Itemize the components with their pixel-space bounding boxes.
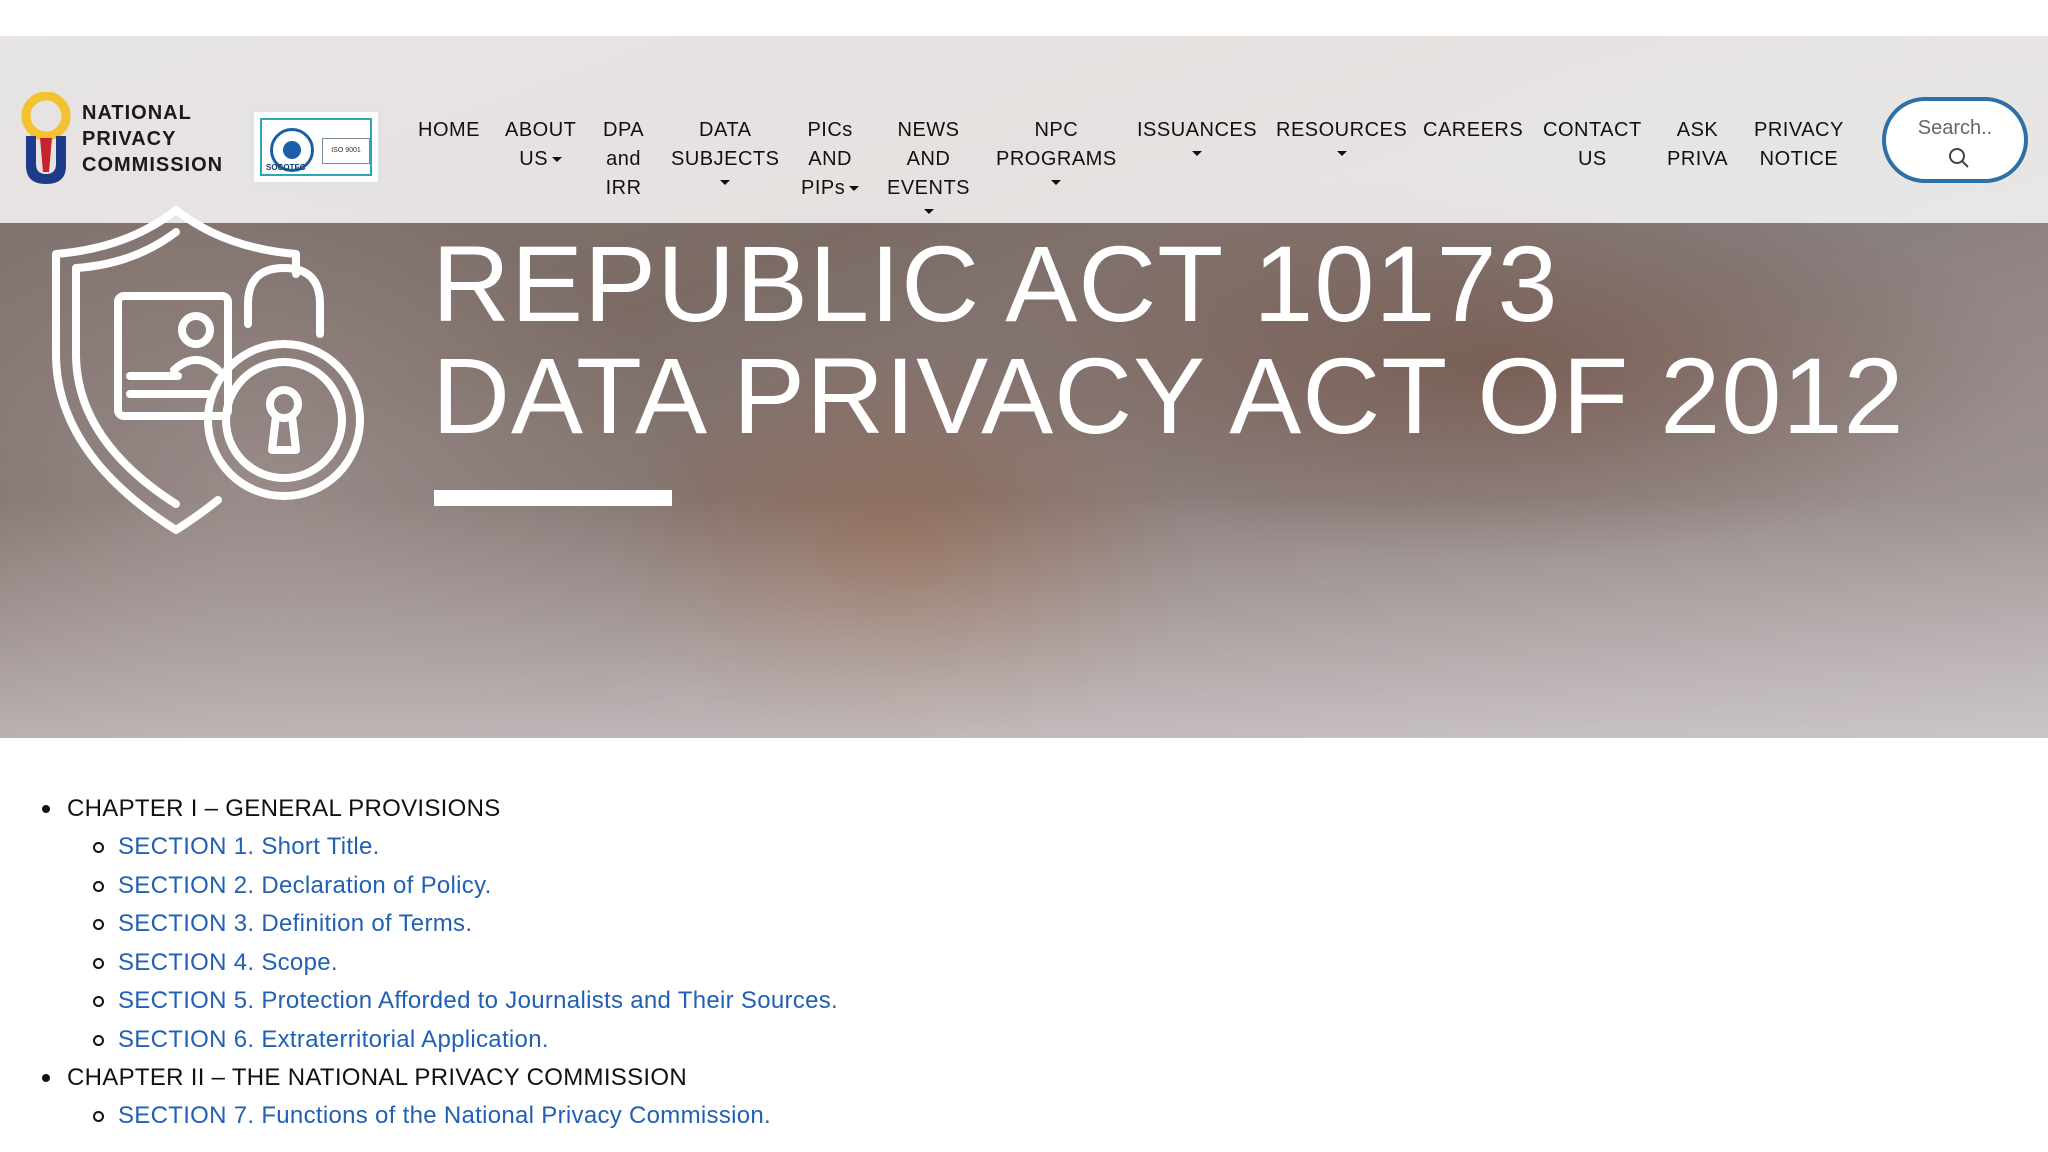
list-item: SECTION 4. Scope. bbox=[0, 944, 2048, 983]
section-link[interactable]: SECTION 5. Protection Afforded to Journa… bbox=[118, 987, 838, 1014]
chevron-down-icon bbox=[1192, 151, 1203, 156]
chapter-1-title: CHAPTER I – GENERAL PROVISIONS bbox=[0, 790, 2048, 828]
nav-issuances-label: ISSUANCES bbox=[1137, 119, 1258, 141]
chevron-down-icon bbox=[1336, 151, 1347, 156]
nav-data-label-1: DATA bbox=[699, 119, 752, 141]
npc-logo[interactable]: NATIONAL PRIVACY COMMISSION bbox=[18, 92, 238, 192]
nav-news-label-2: AND bbox=[906, 148, 951, 170]
chevron-down-icon bbox=[849, 186, 860, 192]
cert-brand: SOCOTEC bbox=[266, 163, 306, 172]
iso-certification-badge[interactable]: SOCOTEC ISO 9001 bbox=[252, 110, 380, 184]
nav-npc-programs[interactable]: NPC PROGRAMS bbox=[996, 116, 1117, 185]
nav-about-us[interactable]: ABOUT US bbox=[505, 116, 576, 174]
section-link[interactable]: SECTION 6. Extraterritorial Application. bbox=[118, 1026, 549, 1053]
nav-news-label-3: EVENTS bbox=[887, 177, 971, 199]
npc-logo-icon bbox=[21, 92, 71, 184]
logo-wordmark: NATIONAL PRIVACY COMMISSION bbox=[82, 100, 223, 178]
page-title-line-2: DATA PRIVACY ACT OF 2012 bbox=[432, 335, 1905, 456]
nav-data-label-2: SUBJECTS bbox=[671, 148, 780, 170]
nav-dpa-label-2: and bbox=[606, 148, 641, 170]
section-link[interactable]: SECTION 4. Scope. bbox=[118, 949, 338, 976]
nav-news-events[interactable]: NEWS AND EVENTS bbox=[887, 116, 970, 214]
nav-news-label-1: NEWS bbox=[897, 119, 960, 141]
nav-ask-priva[interactable]: ASK PRIVA bbox=[1667, 116, 1728, 174]
table-of-contents: CHAPTER I – GENERAL PROVISIONS SECTION 1… bbox=[0, 790, 2048, 1136]
nav-careers-label: CAREERS bbox=[1423, 119, 1524, 141]
cert-standard: ISO 9001 bbox=[322, 138, 370, 164]
nav-npc-label-1: NPC bbox=[1034, 119, 1079, 141]
chevron-down-icon bbox=[1051, 180, 1062, 185]
nav-about-label-1: ABOUT bbox=[505, 119, 577, 141]
nav-dpa-label-3: IRR bbox=[605, 177, 642, 199]
chevron-down-icon bbox=[552, 157, 563, 163]
nav-pics-label-2: AND bbox=[808, 148, 852, 170]
page-title: REPUBLIC ACT 10173 DATA PRIVACY ACT OF 2… bbox=[432, 228, 1905, 452]
nav-privacy-label-1: PRIVACY bbox=[1754, 119, 1844, 141]
nav-ask-label-1: ASK bbox=[1676, 119, 1719, 141]
nav-contact-label-1: CONTACT bbox=[1543, 119, 1642, 141]
section-link[interactable]: SECTION 7. Functions of the National Pri… bbox=[118, 1102, 771, 1129]
nav-pics-label-1: PICs bbox=[807, 119, 853, 141]
title-underline bbox=[434, 490, 672, 506]
search-placeholder: Search.. bbox=[1917, 117, 1993, 139]
section-link[interactable]: SECTION 1. Short Title. bbox=[118, 833, 380, 860]
nav-dpa-label-1: DPA bbox=[603, 119, 645, 141]
logo-line-2: PRIVACY bbox=[82, 128, 177, 150]
list-item: SECTION 5. Protection Afforded to Journa… bbox=[0, 982, 2048, 1021]
nav-privacy-notice[interactable]: PRIVACY NOTICE bbox=[1754, 116, 1844, 174]
nav-dpa-irr[interactable]: DPA and IRR bbox=[603, 116, 644, 203]
nav-npc-label-2: PROGRAMS bbox=[996, 148, 1117, 170]
nav-careers[interactable]: CAREERS bbox=[1423, 116, 1523, 145]
page-title-line-1: REPUBLIC ACT 10173 bbox=[432, 223, 1559, 344]
chapter-2-title: CHAPTER II – THE NATIONAL PRIVACY COMMIS… bbox=[0, 1059, 2048, 1097]
chevron-down-icon bbox=[720, 180, 731, 185]
nav-pics-pips[interactable]: PICs AND PIPs bbox=[801, 116, 860, 203]
cert-frame: SOCOTEC ISO 9001 bbox=[260, 118, 372, 176]
logo-line-3: COMMISSION bbox=[82, 154, 224, 176]
nav-contact-label-2: US bbox=[1577, 148, 1607, 170]
list-item: SECTION 2. Declaration of Policy. bbox=[0, 867, 2048, 906]
nav-resources-label: RESOURCES bbox=[1276, 119, 1408, 141]
chevron-down-icon bbox=[923, 209, 934, 214]
nav-contact-us[interactable]: CONTACT US bbox=[1543, 116, 1642, 174]
list-item: SECTION 6. Extraterritorial Application. bbox=[0, 1021, 2048, 1060]
shield-lock-icon bbox=[52, 206, 364, 534]
search-icon[interactable] bbox=[1948, 147, 1970, 169]
list-item: SECTION 7. Functions of the National Pri… bbox=[0, 1097, 2048, 1136]
navbar: NATIONAL PRIVACY COMMISSION SOCOTEC ISO … bbox=[0, 36, 2048, 223]
list-item: SECTION 3. Definition of Terms. bbox=[0, 905, 2048, 944]
nav-issuances[interactable]: ISSUANCES bbox=[1137, 116, 1257, 156]
nav-resources[interactable]: RESOURCES bbox=[1276, 116, 1407, 156]
nav-data-subjects[interactable]: DATA SUBJECTS bbox=[671, 116, 779, 185]
logo-line-1: NATIONAL bbox=[82, 102, 192, 124]
nav-privacy-label-2: NOTICE bbox=[1759, 148, 1839, 170]
nav-home-label: HOME bbox=[418, 119, 480, 141]
section-link[interactable]: SECTION 2. Declaration of Policy. bbox=[118, 872, 492, 899]
nav-ask-label-2: PRIVA bbox=[1667, 148, 1729, 170]
nav-about-label-2: US bbox=[519, 148, 549, 170]
nav-pics-label-3: PIPs bbox=[801, 177, 846, 199]
nav-home[interactable]: HOME bbox=[418, 116, 480, 145]
section-link[interactable]: SECTION 3. Definition of Terms. bbox=[118, 910, 472, 937]
list-item: SECTION 1. Short Title. bbox=[0, 828, 2048, 867]
search-input[interactable]: Search.. bbox=[1882, 97, 2028, 183]
